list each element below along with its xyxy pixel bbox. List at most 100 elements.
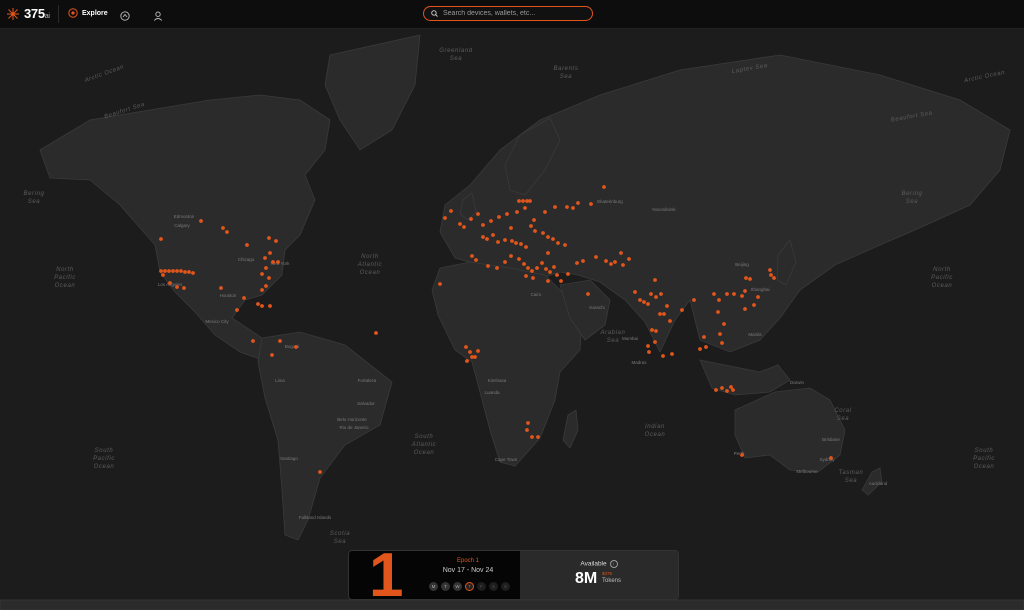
device-dot[interactable] <box>556 241 560 245</box>
device-dot[interactable] <box>743 307 747 311</box>
device-dot[interactable] <box>519 242 523 246</box>
device-dot[interactable] <box>594 255 598 259</box>
device-dot[interactable] <box>602 185 606 189</box>
weekday-chip[interactable]: M <box>429 582 438 591</box>
device-dot[interactable] <box>458 222 462 226</box>
device-dot[interactable] <box>268 251 272 255</box>
device-dot[interactable] <box>522 262 526 266</box>
device-dot[interactable] <box>546 251 550 255</box>
device-dot[interactable] <box>633 290 637 294</box>
device-dot[interactable] <box>521 199 525 203</box>
device-dot[interactable] <box>769 273 773 277</box>
logo[interactable]: 375ai <box>6 6 50 21</box>
device-dot[interactable] <box>517 199 521 203</box>
device-dot[interactable] <box>658 312 662 316</box>
device-dot[interactable] <box>525 428 529 432</box>
device-dot[interactable] <box>245 243 249 247</box>
device-dot[interactable] <box>559 279 563 283</box>
device-dot[interactable] <box>530 435 534 439</box>
info-icon[interactable]: i <box>609 560 618 568</box>
device-dot[interactable] <box>509 226 513 230</box>
device-dot[interactable] <box>481 235 485 239</box>
device-dot[interactable] <box>535 266 539 270</box>
device-dot[interactable] <box>536 435 540 439</box>
device-dot[interactable] <box>270 353 274 357</box>
device-dot[interactable] <box>489 219 493 223</box>
device-dot[interactable] <box>581 259 585 263</box>
device-dot[interactable] <box>524 274 528 278</box>
device-dot[interactable] <box>646 302 650 306</box>
device-dot[interactable] <box>743 289 747 293</box>
device-dot[interactable] <box>199 219 203 223</box>
device-dot[interactable] <box>235 308 239 312</box>
device-dot[interactable] <box>662 312 666 316</box>
device-dot[interactable] <box>528 199 532 203</box>
device-dot[interactable] <box>514 241 518 245</box>
device-dot[interactable] <box>647 350 651 354</box>
device-dot[interactable] <box>704 345 708 349</box>
device-dot[interactable] <box>294 345 298 349</box>
device-dot[interactable] <box>464 345 468 349</box>
device-dot[interactable] <box>167 269 171 273</box>
device-dot[interactable] <box>267 236 271 240</box>
device-dot[interactable] <box>531 276 535 280</box>
weekday-chip[interactable]: S <box>489 582 498 591</box>
device-dot[interactable] <box>473 355 477 359</box>
device-dot[interactable] <box>638 298 642 302</box>
device-dot[interactable] <box>278 339 282 343</box>
device-dot[interactable] <box>756 295 760 299</box>
device-dot[interactable] <box>712 292 716 296</box>
device-dot[interactable] <box>271 260 275 264</box>
device-dot[interactable] <box>744 276 748 280</box>
device-dot[interactable] <box>540 261 544 265</box>
device-dot[interactable] <box>523 206 527 210</box>
device-dot[interactable] <box>653 340 657 344</box>
device-dot[interactable] <box>665 304 669 308</box>
device-dot[interactable] <box>551 237 555 241</box>
device-dot[interactable] <box>495 266 499 270</box>
device-dot[interactable] <box>621 263 625 267</box>
device-dot[interactable] <box>260 272 264 276</box>
device-dot[interactable] <box>604 259 608 263</box>
device-dot[interactable] <box>725 389 729 393</box>
device-dot[interactable] <box>546 279 550 283</box>
device-dot[interactable] <box>476 349 480 353</box>
device-dot[interactable] <box>748 277 752 281</box>
device-dot[interactable] <box>374 331 378 335</box>
device-dot[interactable] <box>565 205 569 209</box>
device-dot[interactable] <box>530 269 534 273</box>
device-dot[interactable] <box>720 341 724 345</box>
device-dot[interactable] <box>717 298 721 302</box>
device-dot[interactable] <box>548 270 552 274</box>
device-dot[interactable] <box>256 302 260 306</box>
device-dot[interactable] <box>263 256 267 260</box>
device-dot[interactable] <box>274 239 278 243</box>
device-dot[interactable] <box>159 269 163 273</box>
device-dot[interactable] <box>546 235 550 239</box>
device-dot[interactable] <box>526 266 530 270</box>
available-card[interactable]: Available i 8M $375 Tokens <box>520 551 678 599</box>
epoch-card[interactable]: 1 Epoch 1 Nov 17 - Nov 24 MTWTFSS <box>349 551 520 599</box>
device-dot[interactable] <box>589 202 593 206</box>
device-dot[interactable] <box>470 254 474 258</box>
device-dot[interactable] <box>659 292 663 296</box>
device-dot[interactable] <box>264 266 268 270</box>
device-dot[interactable] <box>654 329 658 333</box>
device-dot[interactable] <box>740 453 744 457</box>
device-dot[interactable] <box>725 292 729 296</box>
device-dot[interactable] <box>496 240 500 244</box>
device-dot[interactable] <box>613 260 617 264</box>
device-dot[interactable] <box>526 421 530 425</box>
device-dot[interactable] <box>740 294 744 298</box>
device-dot[interactable] <box>260 304 264 308</box>
device-dot[interactable] <box>242 296 246 300</box>
device-dot[interactable] <box>718 332 722 336</box>
device-dot[interactable] <box>829 456 833 460</box>
device-dot[interactable] <box>543 210 547 214</box>
device-dot[interactable] <box>168 281 172 285</box>
device-dot[interactable] <box>219 286 223 290</box>
nav-explore[interactable]: Explore <box>68 8 108 18</box>
device-dot[interactable] <box>680 308 684 312</box>
device-dot[interactable] <box>468 350 472 354</box>
device-dot[interactable] <box>510 239 514 243</box>
